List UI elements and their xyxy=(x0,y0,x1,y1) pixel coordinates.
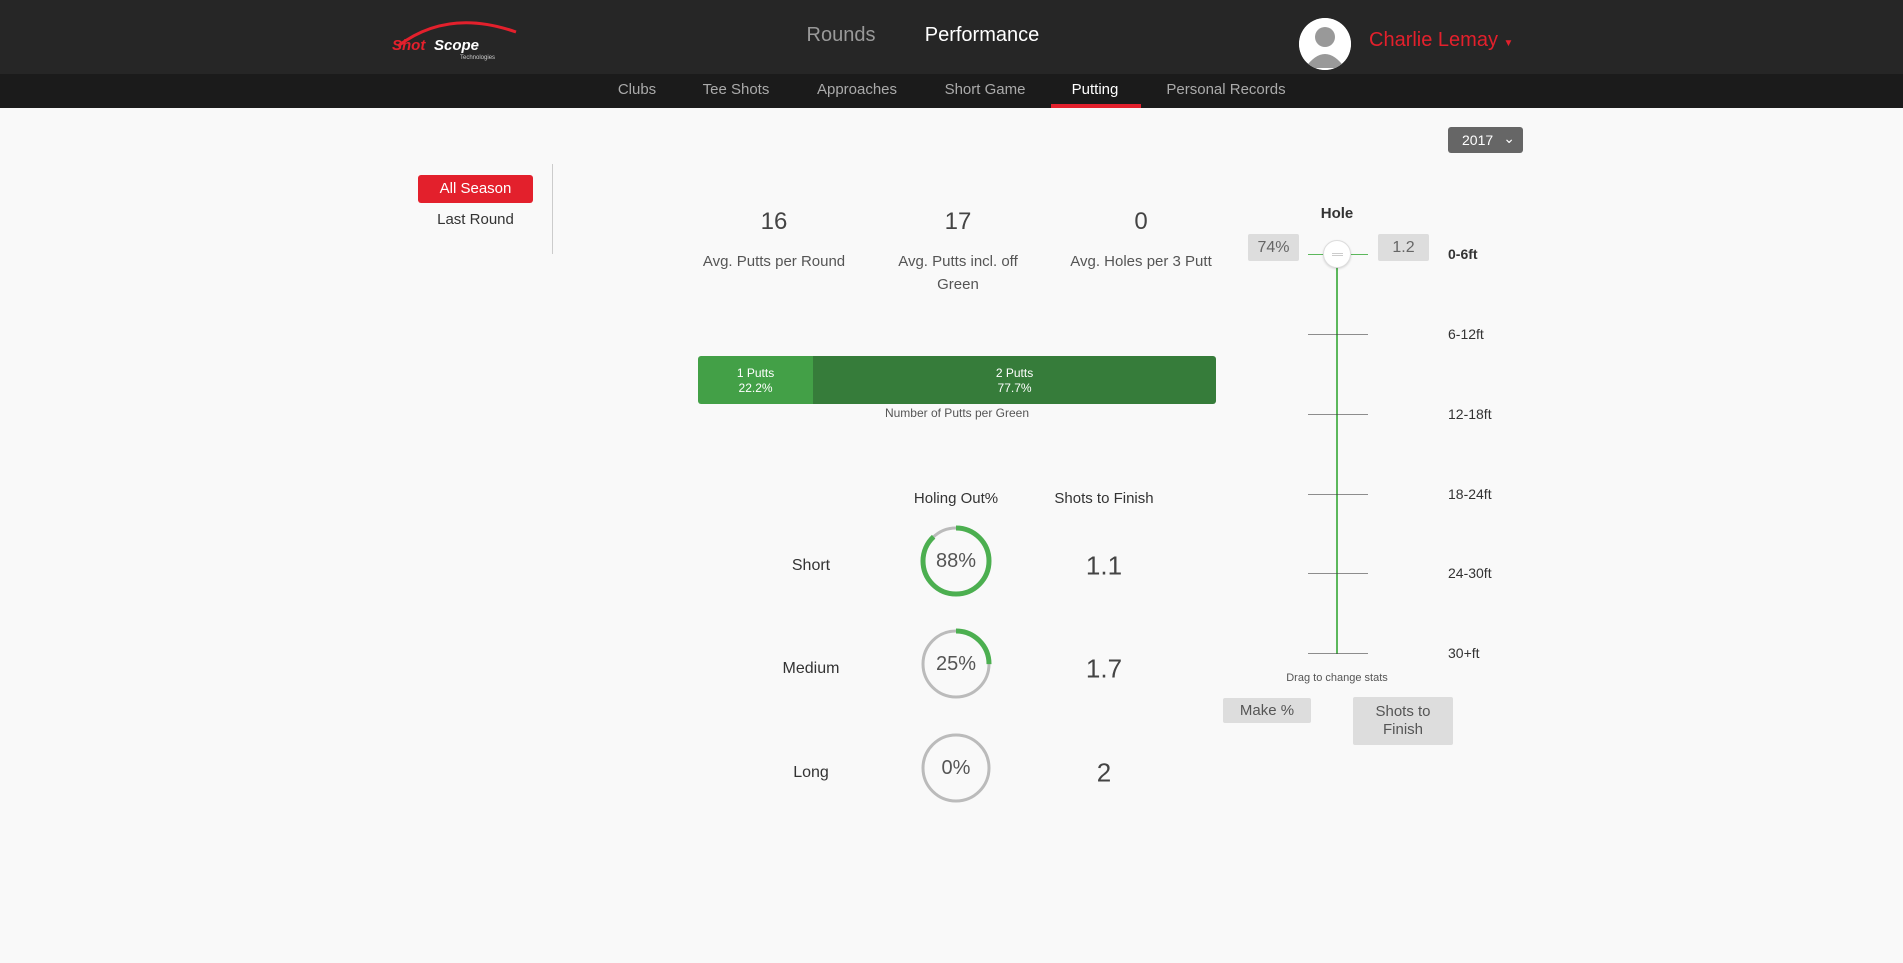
row-label-short: Short xyxy=(791,557,831,574)
slider-tick xyxy=(1308,494,1368,495)
segment-pct: 77.7% xyxy=(997,381,1032,395)
slider-handle[interactable] xyxy=(1323,240,1351,268)
tab-short-game[interactable]: Short Game xyxy=(945,81,1026,98)
divider xyxy=(552,164,553,254)
shot-scope-logo[interactable]: Shot Scope Technologies xyxy=(388,16,528,62)
make-pct-readout: 74% xyxy=(1248,234,1299,261)
slider-title: Hole xyxy=(1320,205,1354,222)
slider-tick xyxy=(1308,334,1368,335)
grip-icon xyxy=(1332,253,1343,256)
svg-text:Scope: Scope xyxy=(434,37,479,54)
header-shots-to-finish: Shots to Finish xyxy=(1054,490,1154,507)
slider-track[interactable] xyxy=(1336,254,1338,654)
slider-tick xyxy=(1308,414,1368,415)
stat-value: 16 xyxy=(760,208,788,235)
avatar[interactable] xyxy=(1299,18,1351,70)
tab-putting[interactable]: Putting xyxy=(1072,81,1119,98)
last-round-button[interactable]: Last Round xyxy=(418,211,533,228)
user-name: Charlie Lemay xyxy=(1369,29,1498,51)
distance-30plus-ft[interactable]: 30+ft xyxy=(1448,645,1480,661)
tab-approaches[interactable]: Approaches xyxy=(817,81,897,98)
shots-medium: 1.7 xyxy=(1085,653,1123,684)
tab-personal-records[interactable]: Personal Records xyxy=(1166,81,1285,98)
ring-value: 0% xyxy=(941,757,971,779)
bar-segment-2-putts: 2 Putts 77.7% xyxy=(813,356,1216,404)
nav-rounds[interactable]: Rounds xyxy=(807,24,876,47)
segment-pct: 22.2% xyxy=(738,381,773,395)
year-select[interactable]: 2017 ⌄ xyxy=(1448,127,1523,153)
user-menu[interactable]: Charlie Lemay ▼ xyxy=(1369,29,1513,52)
distance-24-30ft[interactable]: 24-30ft xyxy=(1448,565,1492,581)
holing-ring-long: 0% xyxy=(920,732,992,804)
distance-12-18ft[interactable]: 12-18ft xyxy=(1448,406,1492,422)
distance-0-6ft[interactable]: 0-6ft xyxy=(1448,246,1478,262)
ring-value: 25% xyxy=(935,653,977,675)
slider-tick xyxy=(1308,573,1368,574)
distance-6-12ft[interactable]: 6-12ft xyxy=(1448,326,1484,342)
nav-performance[interactable]: Performance xyxy=(925,24,1040,47)
holing-ring-medium: 25% xyxy=(920,628,992,700)
putts-per-green-bar: 1 Putts 22.2% 2 Putts 77.7% xyxy=(698,356,1216,404)
shots-short: 1.1 xyxy=(1085,550,1123,581)
stat-label: Avg. Putts incl. off Green xyxy=(898,253,1018,293)
stat-label: Avg. Putts per Round xyxy=(702,253,846,270)
bar-segment-1-putt: 1 Putts 22.2% xyxy=(698,356,814,404)
caret-down-icon: ▼ xyxy=(1503,38,1514,49)
shots-readout: 1.2 xyxy=(1378,234,1429,261)
stat-value: 17 xyxy=(944,208,972,235)
ring-value: 88% xyxy=(935,550,977,572)
all-season-button[interactable]: All Season xyxy=(418,175,533,203)
shots-long: 2 xyxy=(1096,757,1112,788)
tab-clubs[interactable]: Clubs xyxy=(618,81,656,98)
distance-18-24ft[interactable]: 18-24ft xyxy=(1448,486,1492,502)
stat-value: 0 xyxy=(1134,208,1148,235)
header-holing-out: Holing Out% xyxy=(913,490,999,507)
tab-tee-shots[interactable]: Tee Shots xyxy=(703,81,770,98)
row-label-medium: Medium xyxy=(782,660,840,677)
svg-text:Technologies: Technologies xyxy=(460,55,495,61)
slider-tick xyxy=(1308,653,1368,654)
active-tab-indicator xyxy=(1051,104,1141,108)
segment-label: 2 Putts xyxy=(995,366,1034,380)
drag-hint: Drag to change stats xyxy=(1286,672,1388,684)
shots-to-finish-button[interactable]: Shots to Finish xyxy=(1353,697,1453,745)
holing-ring-short: 88% xyxy=(920,525,992,597)
stat-label: Avg. Holes per 3 Putt xyxy=(1070,253,1212,270)
make-pct-button[interactable]: Make % xyxy=(1223,698,1311,723)
svg-text:Shot: Shot xyxy=(392,37,426,54)
year-value: 2017 xyxy=(1462,132,1494,148)
chevron-down-icon: ⌄ xyxy=(1503,130,1515,146)
user-icon xyxy=(1299,18,1351,70)
bar-caption: Number of Putts per Green xyxy=(884,406,1030,420)
segment-label: 1 Putts xyxy=(736,366,775,380)
row-label-long: Long xyxy=(793,764,829,781)
